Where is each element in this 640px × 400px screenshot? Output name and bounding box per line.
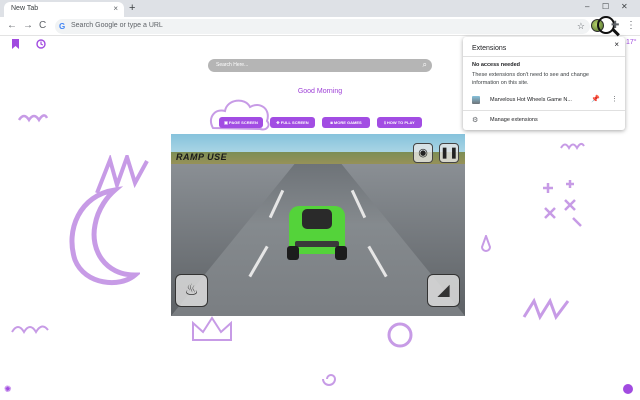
divider [463, 110, 625, 111]
game-canvas[interactable]: RAMP USE ◉ ❚❚ ♨ ◢ [171, 134, 465, 316]
drop-doodle-icon [480, 235, 492, 252]
car-tail-lights [295, 241, 339, 247]
full-screen-label: FULL SCREEN [280, 120, 309, 125]
more-options-icon[interactable]: ⋮ [611, 95, 618, 104]
weather-temp: 17° [626, 39, 637, 46]
nitro-icon[interactable]: ♨ [175, 274, 208, 307]
page-screen-label: PAGE SCREEN [229, 120, 258, 125]
browser-toolbar: ← → C G Search Google or type a URL ☆ [0, 17, 640, 36]
game-button-row: ▣ PAGE SCREEN ✥ FULL SCREEN ◙ MORE GAMES… [219, 117, 422, 128]
scribble-doodle-icon [95, 155, 149, 194]
circle-doodle-icon [387, 322, 413, 348]
forward-icon[interactable]: → [23, 20, 33, 32]
window-close-icon[interactable]: ✕ [621, 2, 628, 12]
hud-ramp-label: RAMP USE [176, 152, 228, 162]
puzzle-icon[interactable]: ✚ [611, 20, 619, 32]
minimize-icon[interactable]: – [585, 2, 589, 12]
spiral-doodle-icon [322, 374, 337, 386]
extensions-title: Extensions [472, 45, 507, 52]
tab-strip: New Tab × + – ☐ ✕ [0, 0, 640, 17]
no-access-description: These extensions don't need to see and c… [472, 72, 589, 86]
omnibox-placeholder[interactable]: Search Google or type a URL [71, 22, 163, 29]
omnibox[interactable]: G Search Google or type a URL ☆ [55, 19, 590, 34]
moon-doodle-icon [69, 186, 140, 286]
gear-icon[interactable]: ⚙ [472, 116, 478, 125]
more-games-button[interactable]: ◙ MORE GAMES [322, 117, 370, 128]
menu-icon[interactable]: ⋮ [626, 20, 636, 32]
tab-title: New Tab [11, 5, 39, 12]
page-screen-button[interactable]: ▣ PAGE SCREEN [219, 117, 263, 128]
manage-extensions-link[interactable]: Manage extensions [490, 117, 538, 123]
loop-doodle-icon [11, 325, 49, 334]
bookmark-icon[interactable] [11, 39, 20, 53]
stars-doodle-icon [543, 180, 582, 227]
no-access-heading: No access needed [472, 62, 520, 68]
more-games-label: MORE GAMES [333, 120, 362, 125]
camera-icon[interactable]: ◉ [413, 143, 433, 163]
maximize-icon[interactable]: ☐ [602, 2, 609, 12]
car-roof [302, 209, 332, 229]
settings-gear-icon[interactable]: ✺ [4, 384, 12, 394]
new-tab-button[interactable]: + [129, 2, 135, 14]
divider [463, 56, 625, 57]
pause-icon[interactable]: ❚❚ [439, 143, 459, 163]
pin-icon[interactable]: 📌 [591, 95, 600, 104]
car-tire [335, 246, 347, 260]
page-search-placeholder[interactable]: Search Here... [216, 62, 248, 68]
car-tire [287, 246, 299, 260]
zigzag-doodle-icon [522, 297, 570, 321]
tab-close-icon[interactable]: × [113, 4, 118, 14]
how-to-play-button[interactable]: ℹ HOW TO PLAY [377, 117, 422, 128]
tab-new-tab[interactable]: New Tab × [4, 2, 124, 17]
history-icon[interactable] [36, 39, 46, 53]
squiggle-doodle-icon [560, 142, 585, 151]
search-icon[interactable]: ⌕ [423, 60, 427, 70]
google-icon: G [59, 22, 66, 31]
crown-doodle-icon [192, 316, 232, 341]
ramp-icon[interactable]: ◢ [427, 274, 460, 307]
reload-icon[interactable]: C [39, 20, 46, 32]
extensions-close-icon[interactable]: × [614, 40, 619, 50]
wave-doodle-icon [18, 114, 48, 123]
page-search-input[interactable]: Search Here... ⌕ [208, 59, 432, 72]
extension-item-name[interactable]: Marvelous Hot Wheels Game N... [490, 97, 572, 103]
extensions-popup: Extensions × No access needed These exte… [463, 37, 625, 130]
bookmark-star-icon[interactable]: ☆ [577, 20, 585, 32]
full-screen-button[interactable]: ✥ FULL SCREEN [270, 117, 315, 128]
how-to-play-label: HOW TO PLAY [386, 120, 415, 125]
info-icon[interactable] [623, 384, 633, 394]
back-icon[interactable]: ← [7, 20, 17, 32]
extension-item-icon [472, 96, 480, 104]
